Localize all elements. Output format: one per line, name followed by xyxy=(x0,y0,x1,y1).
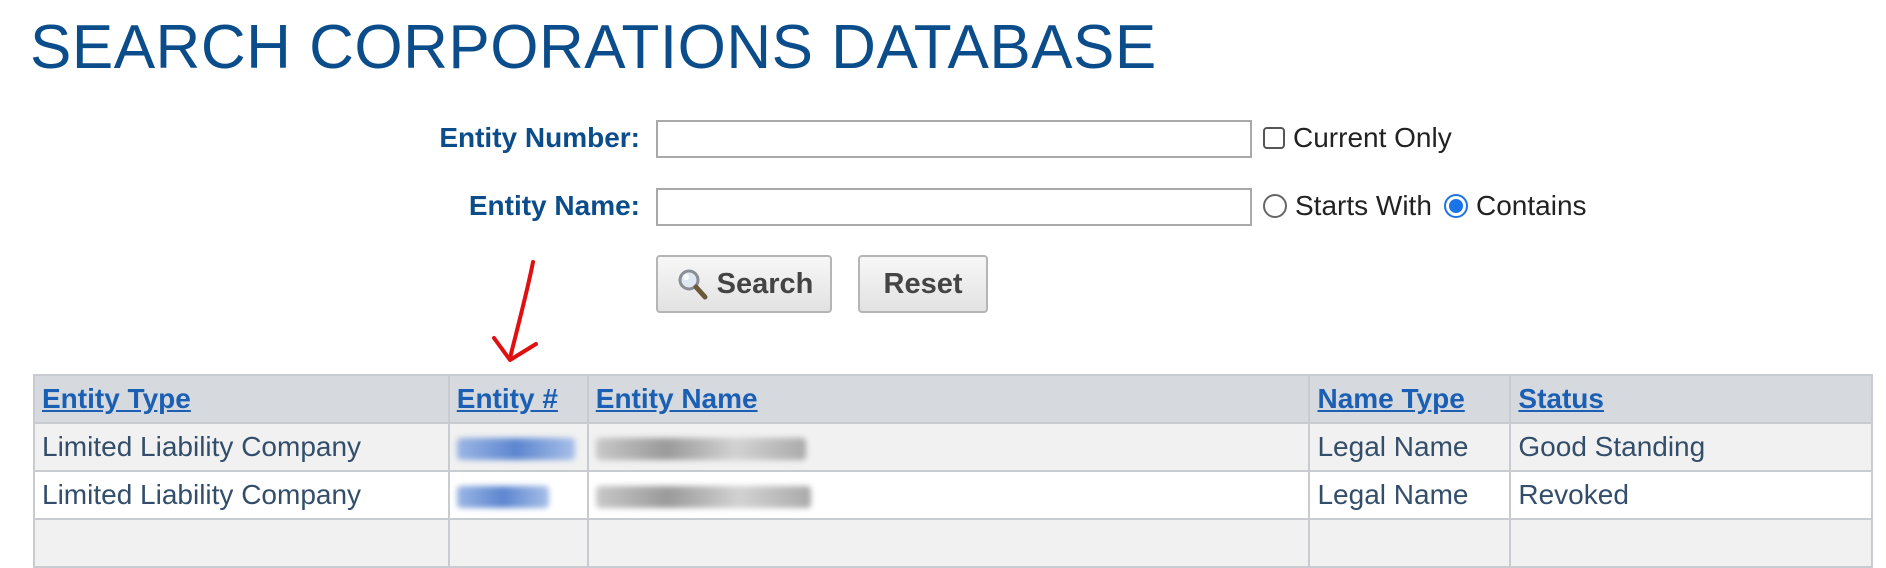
col-header-entity-number: Entity # xyxy=(447,374,589,424)
entity-number-link-redacted[interactable] xyxy=(456,437,575,460)
starts-with-option[interactable]: Starts With xyxy=(1263,190,1432,222)
search-button[interactable]: Search xyxy=(656,255,832,313)
table-row: Limited Liability Company Legal Name Goo… xyxy=(33,422,1873,472)
starts-with-radio[interactable] xyxy=(1263,194,1287,218)
entity-number-cell xyxy=(447,470,589,520)
reset-button-label: Reset xyxy=(883,267,963,300)
sort-status-link[interactable]: Status xyxy=(1518,383,1604,414)
col-header-entity-type: Entity Type xyxy=(33,374,450,424)
entity-name-redacted xyxy=(595,437,806,460)
col-header-name-type: Name Type xyxy=(1308,374,1512,424)
sort-entity-name-link[interactable]: Entity Name xyxy=(596,383,758,414)
contains-option[interactable]: Contains xyxy=(1444,190,1587,222)
entity-name-label: Entity Name: xyxy=(468,190,640,221)
reset-button[interactable]: Reset xyxy=(858,255,988,313)
col-header-status: Status xyxy=(1509,374,1873,424)
results-table: Entity Type Entity # Entity Name Name Ty… xyxy=(33,374,1873,568)
contains-label: Contains xyxy=(1476,190,1587,221)
table-row: Limited Liability Company Legal Name Rev… xyxy=(33,470,1873,520)
entity-number-input[interactable] xyxy=(656,120,1252,158)
red-arrow-icon xyxy=(492,260,538,362)
entity-type-cell: Limited Liability Company xyxy=(33,422,450,472)
entity-name-redacted xyxy=(595,485,811,508)
sort-entity-number-link[interactable]: Entity # xyxy=(457,383,558,414)
table-header-row: Entity Type Entity # Entity Name Name Ty… xyxy=(33,374,1873,424)
entity-name-cell xyxy=(586,470,1311,520)
search-button-label: Search xyxy=(716,267,814,300)
entity-type-cell: Limited Liability Company xyxy=(33,470,450,520)
magnifier-icon xyxy=(678,269,708,300)
current-only-label: Current Only xyxy=(1293,122,1452,153)
current-only-checkbox[interactable] xyxy=(1263,127,1285,149)
current-only-option[interactable]: Current Only xyxy=(1263,122,1452,154)
starts-with-label: Starts With xyxy=(1295,190,1432,221)
page-title: SEARCH CORPORATIONS DATABASE xyxy=(30,13,1157,82)
sort-name-type-link[interactable]: Name Type xyxy=(1317,383,1464,414)
status-cell: Good Standing xyxy=(1509,422,1873,472)
entity-name-cell xyxy=(586,422,1311,472)
name-type-cell: Legal Name xyxy=(1308,422,1512,472)
status-cell: Revoked xyxy=(1509,470,1873,520)
name-type-cell: Legal Name xyxy=(1308,470,1512,520)
entity-number-label: Entity Number: xyxy=(439,122,640,153)
sort-entity-type-link[interactable]: Entity Type xyxy=(42,383,191,414)
entity-number-link-redacted[interactable] xyxy=(456,485,549,508)
contains-radio[interactable] xyxy=(1444,194,1468,218)
entity-number-cell xyxy=(447,422,589,472)
entity-name-input[interactable] xyxy=(656,188,1252,226)
col-header-entity-name: Entity Name xyxy=(586,374,1311,424)
table-row xyxy=(33,518,1873,568)
